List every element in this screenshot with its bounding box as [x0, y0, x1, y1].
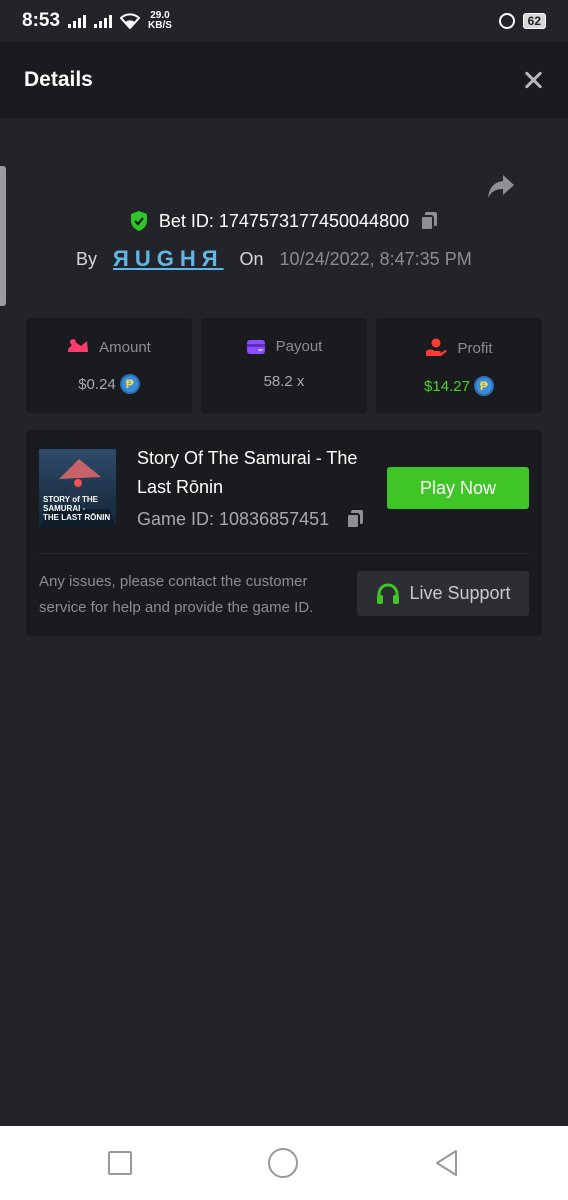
close-icon[interactable]	[522, 69, 544, 91]
network-speed: 29.0 KB/S	[148, 11, 172, 31]
signal-icon	[68, 14, 87, 28]
amount-head: Amount	[67, 338, 151, 356]
share-icon[interactable]	[486, 172, 516, 200]
bet-id-row: Bet ID: 1747573177450044800	[0, 210, 568, 232]
page-title: Details	[24, 68, 93, 91]
payout-value: 58.2 x	[263, 373, 305, 390]
game-id-row: Game ID: 10836857451	[137, 508, 365, 530]
profit-head: Profit	[425, 338, 493, 358]
header: Details	[0, 42, 568, 118]
system-nav-bar	[0, 1126, 568, 1200]
status-right: 62	[498, 13, 546, 29]
divider	[39, 553, 529, 554]
copy-icon[interactable]	[419, 210, 439, 232]
signal-icon-2	[94, 14, 113, 28]
payout-label: Payout	[275, 338, 323, 355]
thumbnail-caption-line: THE LAST RŌNIN	[43, 513, 111, 522]
stats-row: Amount $0.24 ₱ Payout 58.2 x Profit $14.…	[26, 318, 542, 413]
bet-date: 10/24/2022, 8:47:35 PM	[279, 248, 472, 269]
profit-label: Profit	[457, 339, 493, 357]
rotation-lock-icon	[498, 13, 515, 29]
bet-amount-icon	[68, 339, 89, 352]
coin-icon: ₱	[473, 376, 494, 396]
game-id: Game ID: 10836857451	[137, 508, 330, 529]
hand-coin-icon	[426, 338, 447, 356]
live-support-label: Live Support	[409, 583, 511, 603]
thumbnail-caption: STORY of THE SAMURAI - THE LAST RŌNIN	[43, 495, 110, 522]
wallet-icon	[246, 339, 265, 354]
bet-id: Bet ID: 1747573177450044800	[158, 210, 410, 231]
profit-value-row: $14.27 ₱	[424, 376, 494, 396]
home-button[interactable]	[268, 1148, 298, 1178]
copy-icon[interactable]	[345, 508, 365, 530]
status-bar: 8:53 29.0 KB/S 62	[0, 0, 568, 42]
payout-value-row: 58.2 x	[264, 373, 305, 390]
back-button[interactable]	[434, 1149, 460, 1177]
play-now-button[interactable]: Play Now	[387, 467, 529, 509]
status-left: 8:53 29.0 KB/S	[22, 10, 172, 32]
live-support-button[interactable]: Live Support	[357, 571, 529, 616]
thumbnail-caption-line: SAMURAI -	[43, 504, 86, 513]
headset-icon	[377, 583, 400, 604]
game-title: Story Of The Samurai - The Last Rōnin	[137, 448, 358, 497]
profit-value: $14.27	[424, 377, 470, 395]
user-name-logo[interactable]: ЯUGHЯ	[113, 246, 224, 272]
amount-value: $0.24	[78, 375, 116, 393]
bet-meta-row: By ЯUGHЯ On 10/24/2022, 8:47:35 PM	[76, 246, 472, 272]
thumbnail-caption-line: STORY of THE	[43, 495, 98, 504]
payout-card: Payout 58.2 x	[201, 318, 367, 413]
battery-icon: 62	[522, 13, 546, 29]
amount-label: Amount	[99, 338, 151, 356]
wifi-icon	[120, 13, 141, 29]
coin-icon: ₱	[119, 374, 140, 394]
payout-head: Payout	[246, 338, 323, 355]
shield-check-icon	[130, 211, 147, 231]
on-label: On	[239, 248, 264, 269]
help-text: Any issues, please contact the customer …	[39, 573, 314, 616]
by-label: By	[76, 248, 98, 269]
amount-card: Amount $0.24 ₱	[26, 318, 192, 413]
speed-unit: KB/S	[148, 20, 172, 31]
scroll-handle[interactable]	[0, 166, 6, 306]
recents-button[interactable]	[108, 1151, 132, 1175]
game-thumbnail[interactable]: STORY of THE SAMURAI - THE LAST RŌNIN	[39, 449, 116, 527]
amount-value-row: $0.24 ₱	[78, 374, 140, 394]
clock: 8:53	[22, 10, 61, 31]
profit-card: Profit $14.27 ₱	[376, 318, 542, 413]
game-card: STORY of THE SAMURAI - THE LAST RŌNIN St…	[26, 430, 542, 636]
